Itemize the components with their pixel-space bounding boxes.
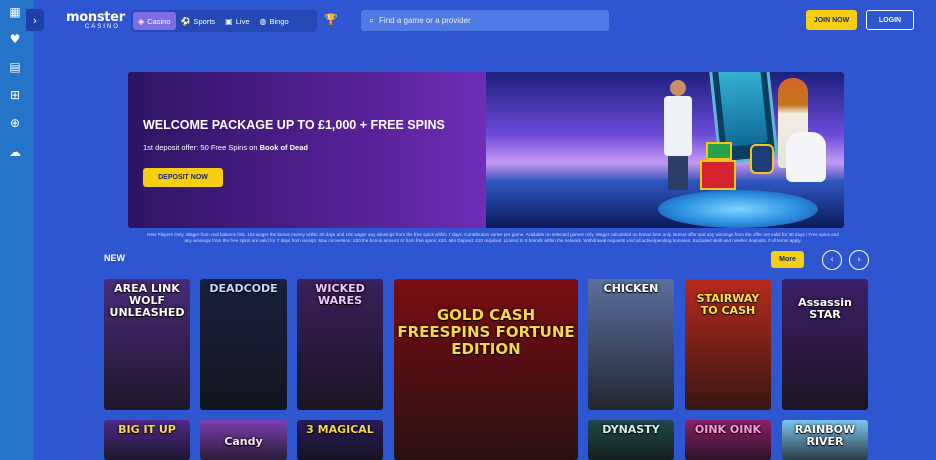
hero-title: WELCOME PACKAGE UP TO £1,000 + FREE SPIN… — [143, 118, 445, 132]
more-button[interactable]: More — [771, 251, 804, 268]
tab-bingo[interactable]: ◍ Bingo — [255, 12, 294, 30]
phone-screen — [717, 72, 768, 147]
hero-subtitle-prefix: 1st deposit offer: 50 Free Spins on — [143, 143, 260, 152]
chevron-right-icon: › — [857, 255, 861, 265]
search-input[interactable] — [379, 16, 580, 25]
game-title: 3 MAGICAL — [306, 423, 374, 436]
heart-icon[interactable]: ♥ — [6, 30, 24, 48]
tab-bingo-label: Bingo — [269, 16, 289, 26]
tab-casino[interactable]: ◈ Casino — [133, 12, 176, 30]
tab-casino-label: Casino — [147, 16, 171, 26]
game-title: BIG IT UP — [118, 423, 176, 436]
game-tile[interactable]: DEADCODE — [200, 279, 287, 410]
white-wolf-image — [786, 132, 826, 182]
game-title: Candy — [224, 435, 263, 448]
brand-logo[interactable]: monster CASINO — [66, 11, 125, 30]
cube-icon: ◈ — [138, 16, 145, 26]
game-tile[interactable]: Assassin STAR — [782, 279, 868, 410]
deposit-now-button[interactable]: DEPOSIT NOW — [143, 168, 223, 187]
carousel-next-button[interactable]: › — [849, 250, 869, 270]
hero-subtitle: 1st deposit offer: 50 Free Spins on Book… — [143, 143, 308, 152]
game-title: GOLD CASH FREESPINS FORTUNE EDITION — [397, 306, 575, 358]
game-tile[interactable]: CHICKEN — [588, 279, 674, 410]
product-tabs: ◈ Casino ⚽ Sports ▣ Live ◍ Bingo — [131, 10, 317, 32]
carousel-prev-button[interactable]: ‹ — [822, 250, 842, 270]
bingo-icon: ◍ — [259, 16, 267, 26]
game-title: RAINBOW RIVER — [794, 423, 856, 448]
game-tile[interactable]: AREA LINK WOLF UNLEASHED — [104, 279, 190, 410]
promotions-icon[interactable]: ▤ — [6, 58, 24, 76]
game-tile[interactable]: DYNASTY — [588, 420, 674, 460]
hero-subtitle-game: Book of Dead — [259, 143, 308, 152]
hero-banner[interactable]: WELCOME PACKAGE UP TO £1,000 + FREE SPIN… — [128, 72, 844, 228]
search-bar: ⌕ — [361, 10, 609, 31]
rail-expand-button[interactable]: › — [26, 9, 44, 31]
game-title: DEADCODE — [209, 282, 278, 295]
trophy-icon[interactable]: 🏆 — [324, 13, 338, 26]
game-tile[interactable]: 3 MAGICAL — [297, 420, 383, 460]
chat-icon[interactable]: ☁ — [6, 143, 24, 161]
game-title: Assassin STAR — [798, 296, 852, 321]
left-rail: ▦ ♥ ▤ ⊞ ⊕ ☁ — [0, 0, 34, 460]
join-now-button[interactable]: JOIN NOW — [806, 10, 857, 30]
tab-sports[interactable]: ⚽ Sports — [176, 12, 221, 30]
gift-icon[interactable]: ⊞ — [6, 86, 24, 104]
brand-sub: CASINO — [84, 24, 120, 30]
game-tile[interactable]: OINK OINK — [685, 420, 771, 460]
game-title: CHICKEN — [603, 282, 659, 295]
search-icon: ⌕ — [369, 15, 375, 26]
game-tile[interactable]: WICKED WARES — [297, 279, 383, 410]
game-title: AREA LINK WOLF UNLEASHED — [109, 282, 185, 319]
tab-live[interactable]: ▣ Live — [220, 12, 254, 30]
game-tile[interactable]: RAINBOW RIVER — [782, 420, 868, 460]
character-man-image — [658, 80, 698, 190]
login-button[interactable]: LOGIN — [866, 10, 914, 30]
game-tile[interactable]: BIG IT UP — [104, 420, 190, 460]
robot-image — [750, 144, 774, 174]
grid-icon[interactable]: ▦ — [6, 3, 24, 21]
gift-box-red-image — [700, 160, 736, 190]
game-title: OINK OINK — [694, 423, 762, 436]
soccer-ball-icon: ⚽ — [180, 16, 191, 26]
game-title: STAIRWAY TO CASH — [696, 292, 760, 317]
plus-circle-icon[interactable]: ⊕ — [6, 114, 24, 132]
ice-platform-image — [658, 190, 818, 228]
cards-icon: ▣ — [225, 16, 233, 26]
terms-text: New Players Only. Wager from real balanc… — [147, 232, 839, 243]
tab-sports-label: Sports — [193, 16, 216, 26]
game-title: WICKED WARES — [315, 282, 365, 307]
game-tile[interactable]: STAIRWAY TO CASH — [685, 279, 771, 410]
chevron-right-icon: › — [32, 13, 38, 27]
section-title-new: NEW — [104, 253, 125, 263]
tab-live-label: Live — [235, 16, 250, 26]
chevron-left-icon: ‹ — [830, 255, 834, 265]
game-tile-featured[interactable]: GOLD CASH FREESPINS FORTUNE EDITION — [394, 279, 578, 460]
game-tile[interactable]: Candy — [200, 420, 287, 460]
game-title: DYNASTY — [602, 423, 660, 436]
gift-box-green-image — [706, 142, 732, 160]
brand-name: monster — [66, 10, 125, 25]
